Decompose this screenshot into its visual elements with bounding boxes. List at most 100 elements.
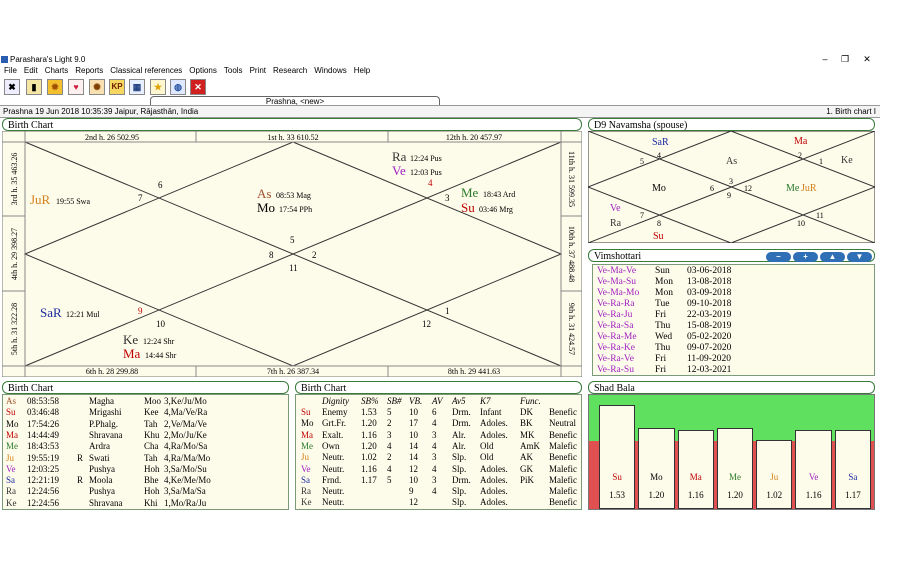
maximize-button[interactable]: ❐ — [838, 54, 852, 65]
bar-value-label: 1.17 — [844, 489, 861, 500]
table-row[interactable]: Sa 12:21:19 R Moola Bhe 4,Ke/Me/Mo — [3, 475, 288, 486]
up-icon[interactable]: ▲ — [820, 252, 845, 262]
vimshottari-list[interactable]: Ve-Ma-Ve Sun 03-06-2018 Ve-Ma-Su Mon 13-08-20… — [592, 264, 875, 376]
navamsha-planet[interactable]: Mo — [652, 183, 666, 194]
table-row[interactable]: Me Own 1.20 4 14 4 Alr. Old AmK Malefic — [296, 441, 581, 452]
table-cell: Neutr. — [322, 452, 345, 463]
dasha-row[interactable]: Ve-Ma-Ve Sun 03-06-2018 — [593, 266, 874, 277]
planet-ju[interactable]: JuR — [30, 192, 51, 207]
chart-selector[interactable]: 1. Birth chart I — [826, 107, 876, 116]
dasha-day: Fri — [655, 354, 667, 364]
table-row[interactable]: Ma 14:44:49 Shravana Khu 2,Mo/Ju/Ke — [3, 430, 288, 441]
menu-help[interactable]: Help — [354, 66, 370, 75]
planet-sa[interactable]: SaR — [40, 305, 62, 320]
house-label-11th: 11th h. 31 599.35 — [567, 151, 576, 207]
planet-positions-table[interactable]: As 08:53:58 Magha Moo 3,Ke/Ju/Mo Su 03:46:48 Mr… — [2, 394, 289, 510]
navamsha-planet[interactable]: Me — [786, 183, 800, 194]
table-cell: Malefic — [549, 486, 577, 497]
globe-icon[interactable]: ◍ — [170, 79, 186, 95]
birth-chart-diagram[interactable]: 2nd h. 26 502.95 1st h. 33 610.52 12th h… — [2, 131, 582, 377]
planet-ke[interactable]: Ke — [123, 332, 138, 347]
calendar-icon[interactable]: ▦ — [129, 79, 145, 95]
menu-print[interactable]: Print — [250, 66, 266, 75]
table-row[interactable]: Mo Grt.Fr. 1.20 2 17 4 Drm. Adoles. BK Neutral — [296, 418, 581, 429]
table-row[interactable]: Ke 12:24:56 Shravana Khi 1,Mo/Ra/Ju — [3, 498, 288, 509]
navamsha-house-number: 8 — [657, 219, 661, 228]
menu-tools[interactable]: Tools — [224, 66, 243, 75]
navamsha-planet[interactable]: SaR — [652, 137, 669, 148]
dasha-row[interactable]: Ve-Ra-Ve Fri 11-09-2020 — [593, 354, 874, 365]
kp-icon[interactable]: KP — [109, 79, 125, 95]
dasha-row[interactable]: Ve-Ra-Sa Thu 15-08-2019 — [593, 321, 874, 332]
table-cell: Cha — [144, 441, 159, 452]
table-cell: Khu — [144, 429, 160, 440]
menu-windows[interactable]: Windows — [314, 66, 346, 75]
planet-me[interactable]: Me — [461, 185, 479, 200]
table-row[interactable]: Ke Neutr. 12 Slp. Adoles. Benefic — [296, 497, 581, 508]
minimize-button[interactable]: ‒ — [818, 54, 832, 64]
table-cell: Neutral — [549, 418, 576, 429]
star-icon[interactable]: ★ — [150, 79, 166, 95]
table-row[interactable]: Ma Exalt. 1.16 3 10 3 Alr. Adoles. MK Benefic — [296, 430, 581, 441]
menu-edit[interactable]: Edit — [24, 66, 38, 75]
table-row[interactable]: Ra Neutr. 9 4 Slp. Adoles. Malefic — [296, 486, 581, 497]
table-row[interactable]: Ju 19:55:19 R Swati Tah 4,Ra/Ma/Mo — [3, 453, 288, 464]
menu-classical-references[interactable]: Classical references — [110, 66, 182, 75]
table-row[interactable]: As 08:53:58 Magha Moo 3,Ke/Ju/Mo — [3, 396, 288, 407]
table-row[interactable]: Ve 12:03:25 Pushya Hoh 3,Sa/Mo/Su — [3, 464, 288, 475]
wheel-icon[interactable]: ✺ — [89, 79, 105, 95]
chart-icon[interactable]: ▮ — [26, 79, 42, 95]
navamsha-header: D9 Navamsha (spouse) — [588, 118, 875, 131]
menu-options[interactable]: Options — [189, 66, 217, 75]
dignity-table[interactable]: Dignity SB% SB# VB. AV Av5 K7 Func. Su Enemy 1.53 5… — [295, 394, 582, 510]
table-row[interactable]: Ju Neutr. 1.02 2 14 3 Slp. Old AK Benefic — [296, 452, 581, 463]
navamsha-planet[interactable]: As — [726, 156, 737, 167]
table-row[interactable]: Ve Neutr. 1.16 4 12 4 Slp. Adoles. GK Malefic — [296, 464, 581, 475]
dasha-row[interactable]: Ve-Ra-Ju Fri 22-03-2019 — [593, 310, 874, 321]
dasha-row[interactable]: Ve-Ra-Me Wed 05-02-2020 — [593, 332, 874, 343]
planet-ra[interactable]: Ra — [392, 149, 407, 164]
plus-icon[interactable]: + — [793, 252, 818, 262]
chart-info-bar: Prashna 19 Jun 2018 10:35:39 Jaipur, Rāj… — [0, 105, 880, 118]
menu-research[interactable]: Research — [273, 66, 307, 75]
menu-charts[interactable]: Charts — [45, 66, 69, 75]
down-icon[interactable]: ▼ — [847, 252, 872, 262]
exit-icon[interactable]: ✖ — [4, 79, 20, 95]
navamsha-planet[interactable]: Ma — [794, 136, 808, 147]
table-cell: Shravana — [89, 429, 123, 440]
navamsha-planet[interactable]: JuR — [801, 183, 817, 194]
heart-icon[interactable]: ♥ — [68, 79, 84, 95]
menu-file[interactable]: File — [4, 66, 17, 75]
navamsha-planet[interactable]: Ke — [841, 155, 853, 166]
table-cell: 03:46:48 — [27, 407, 60, 418]
sun-icon[interactable]: ✹ — [47, 79, 63, 95]
dasha-row[interactable]: Ve-Ra-Su Fri 12-03-2021 — [593, 365, 874, 376]
close-window-button[interactable]: ✕ — [860, 54, 874, 65]
minus-icon[interactable]: – — [766, 252, 791, 262]
planet-ve[interactable]: Ve — [392, 163, 406, 178]
planet-ma[interactable]: Ma — [123, 346, 141, 361]
table-row[interactable]: Mo 17:54:26 P.Phalg. Tah 2,Ve/Ma/Ve — [3, 419, 288, 430]
navamsha-diagram[interactable]: SaR Ma As Mo Me JuR Ve Ra Su Ke 1 2 3 4 … — [588, 131, 875, 243]
dasha-row[interactable]: Ve-Ra-Ra Tue 09-10-2018 — [593, 299, 874, 310]
planet-mo[interactable]: Mo — [257, 200, 275, 215]
table-row[interactable]: Me 18:43:53 Ardra Cha 4,Ra/Mo/Sa — [3, 441, 288, 452]
dasha-row[interactable]: Ve-Ma-Mo Mon 03-09-2018 — [593, 288, 874, 299]
planet-as[interactable]: As — [257, 186, 271, 201]
dasha-row[interactable]: Ve-Ra-Ke Thu 09-07-2020 — [593, 343, 874, 354]
dasha-period: Ve-Ra-Ve — [597, 354, 634, 364]
navamsha-planet[interactable]: Ve — [610, 203, 621, 214]
table-row[interactable]: Sa Frnd. 1.17 5 10 3 Drm. Adoles. PiK Malefic — [296, 475, 581, 486]
house-number: 3 — [445, 193, 450, 203]
table-row[interactable]: Su 03:46:48 Mrigashi Kee 4,Ma/Ve/Ra — [3, 407, 288, 418]
table-cell: Magha — [89, 396, 114, 406]
close-icon[interactable]: ✕ — [190, 79, 206, 95]
table-row[interactable]: Ra 12:24:56 Pushya Hoh 3,Sa/Ma/Sa — [3, 486, 288, 497]
dasha-period: Ve-Ra-Ke — [597, 343, 635, 353]
dasha-row[interactable]: Ve-Ma-Su Mon 13-08-2018 — [593, 277, 874, 288]
navamsha-planet[interactable]: Su — [653, 231, 664, 242]
navamsha-planet[interactable]: Ra — [610, 218, 622, 229]
menu-reports[interactable]: Reports — [75, 66, 103, 75]
planet-su[interactable]: Su — [461, 200, 475, 215]
table-row[interactable]: Su Enemy 1.53 5 10 6 Drm. Infant DK Benefic — [296, 407, 581, 418]
